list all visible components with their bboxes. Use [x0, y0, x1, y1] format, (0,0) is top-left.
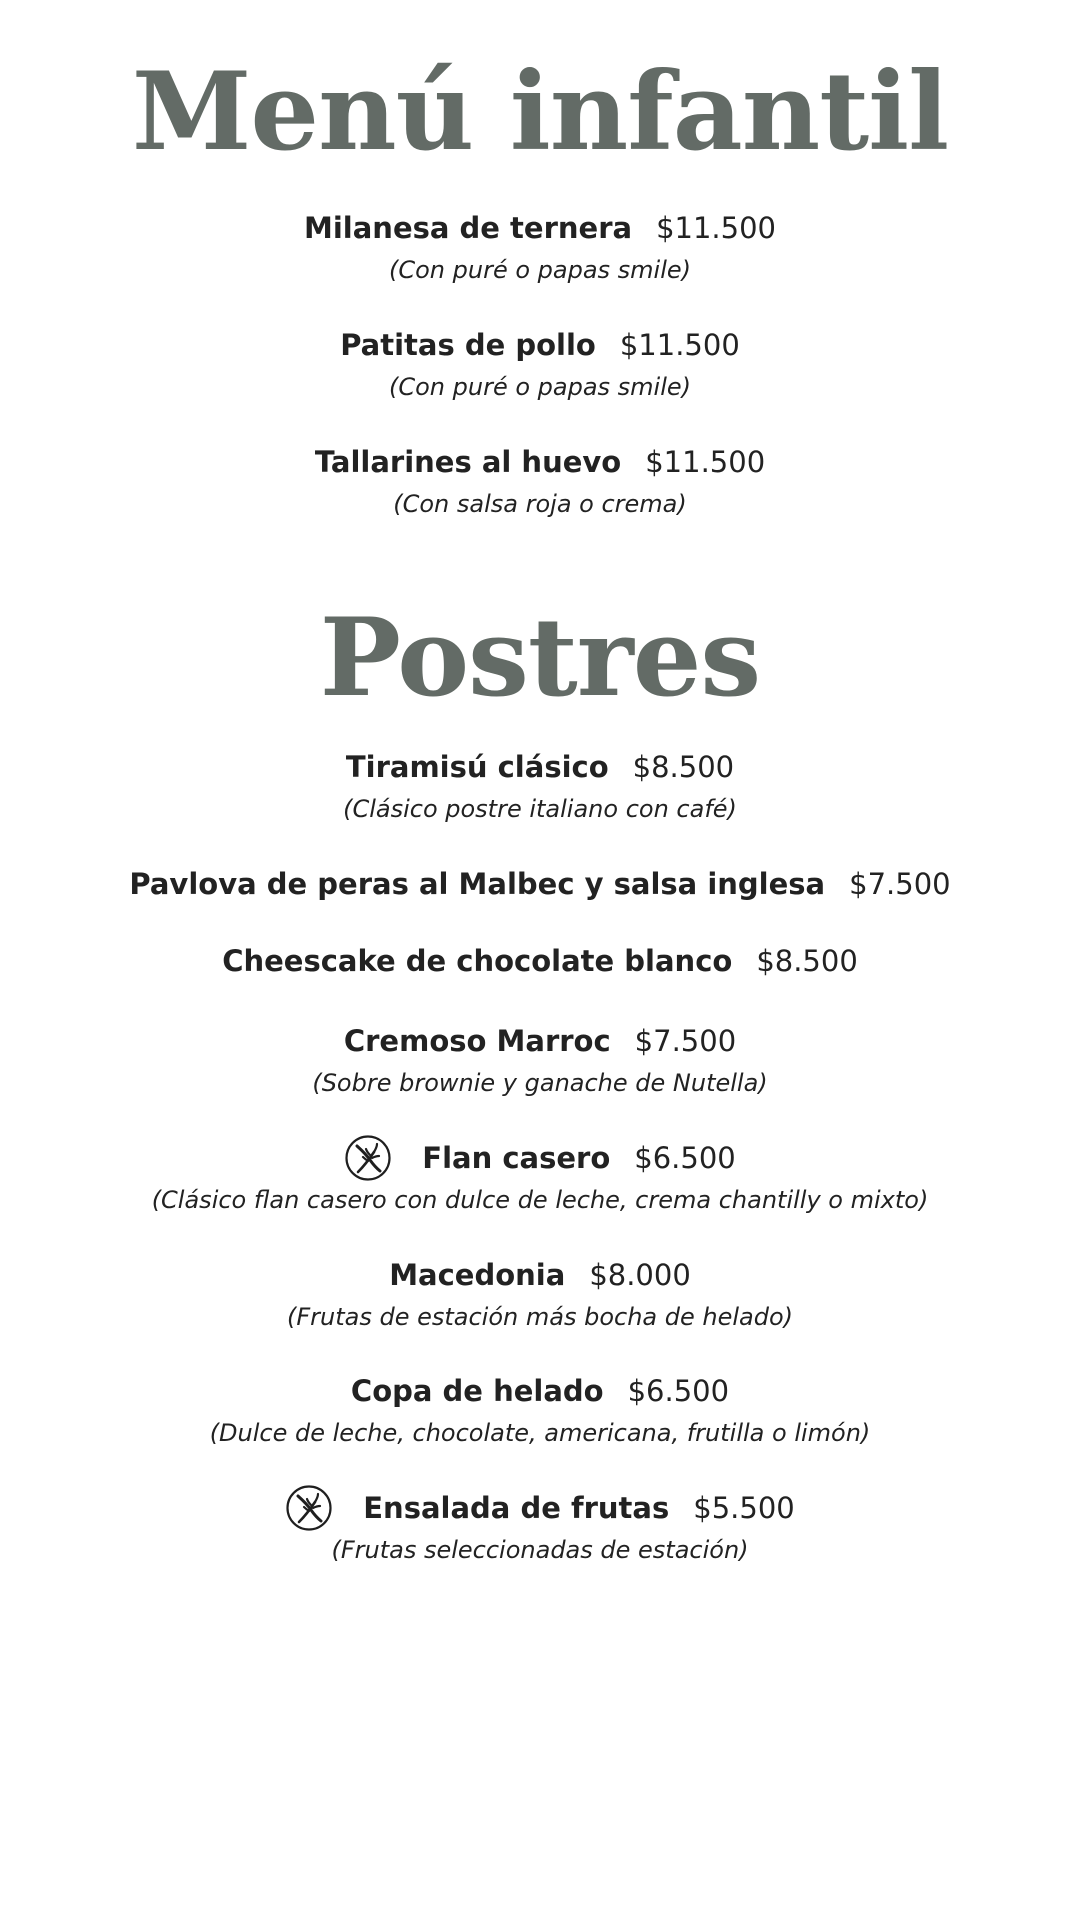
menu-item-milanesa: Milanesa de ternera $11.500 (Con puré o …: [0, 206, 1080, 286]
item-price: $11.500: [645, 445, 766, 479]
item-name: Patitas de pollo: [340, 328, 596, 362]
item-name: Tiramisú clásico: [345, 750, 609, 784]
item-name: Milanesa de ternera: [303, 211, 633, 245]
item-description: (Con salsa roja o crema): [393, 490, 687, 518]
item-price: $5.500: [693, 1491, 795, 1525]
item-price: $6.500: [627, 1374, 730, 1408]
item-description: (Con puré o papas smile): [388, 373, 692, 401]
dessert-item-cremoso: Cremoso Marroc $7.500 (Sobre brownie y g…: [0, 1019, 1080, 1099]
item-name: Copa de helado: [350, 1374, 604, 1408]
item-price: $7.500: [634, 1024, 737, 1058]
item-price: $8.000: [589, 1258, 691, 1292]
item-description: (Frutas seleccionadas de estación): [331, 1536, 749, 1564]
item-name: Ensalada de frutas: [363, 1491, 670, 1525]
gluten-free-icon: [345, 1135, 391, 1181]
item-description: (Con puré o papas smile): [388, 256, 692, 284]
menu-item-tallarines: Tallarines al huevo $11.500 (Con salsa r…: [0, 440, 1080, 520]
item-description: (Clásico flan casero con dulce de leche,…: [151, 1186, 929, 1214]
dessert-item-copa-helado: Copa de helado $6.500 (Dulce de leche, c…: [0, 1369, 1080, 1449]
item-description: (Clásico postre italiano con café): [343, 795, 737, 823]
item-name: Pavlova de peras al Malbec y salsa ingle…: [129, 867, 826, 901]
item-price: $11.500: [656, 211, 777, 245]
desserts-title: Postres: [319, 595, 761, 721]
item-price: $8.500: [632, 750, 735, 784]
item-name: Cheescake de chocolate blanco: [222, 944, 733, 978]
dessert-item-pavlova: Pavlova de peras al Malbec y salsa ingle…: [0, 862, 1080, 906]
item-name: Tallarines al huevo: [314, 445, 622, 479]
item-name: Flan casero: [422, 1141, 611, 1175]
item-price: $7.500: [849, 867, 951, 901]
item-description: (Sobre brownie y ganache de Nutella): [312, 1069, 768, 1097]
kids-menu-title: Menú infantil: [131, 49, 949, 175]
item-price: $11.500: [619, 328, 740, 362]
menu-item-patitas: Patitas de pollo $11.500 (Con puré o pap…: [0, 323, 1080, 403]
item-name: Cremoso Marroc: [343, 1024, 611, 1058]
item-description: (Frutas de estación más bocha de helado): [286, 1303, 794, 1331]
dessert-item-cheesecake: Cheescake de chocolate blanco $8.500: [0, 939, 1080, 983]
item-price: $8.500: [756, 944, 858, 978]
dessert-item-macedonia: Macedonia $8.000 (Frutas de estación más…: [0, 1253, 1080, 1333]
dessert-item-ensalada-frutas: Ensalada de frutas $5.500 (Frutas selecc…: [0, 1485, 1080, 1566]
item-description: (Dulce de leche, chocolate, americana, f…: [209, 1419, 871, 1447]
item-price: $6.500: [634, 1141, 736, 1175]
dessert-item-flan: Flan casero $6.500 (Clásico flan casero …: [0, 1135, 1080, 1216]
dessert-item-tiramisu: Tiramisú clásico $8.500 (Clásico postre …: [0, 745, 1080, 825]
gluten-free-icon: [286, 1485, 332, 1531]
item-name: Macedonia: [389, 1258, 566, 1292]
